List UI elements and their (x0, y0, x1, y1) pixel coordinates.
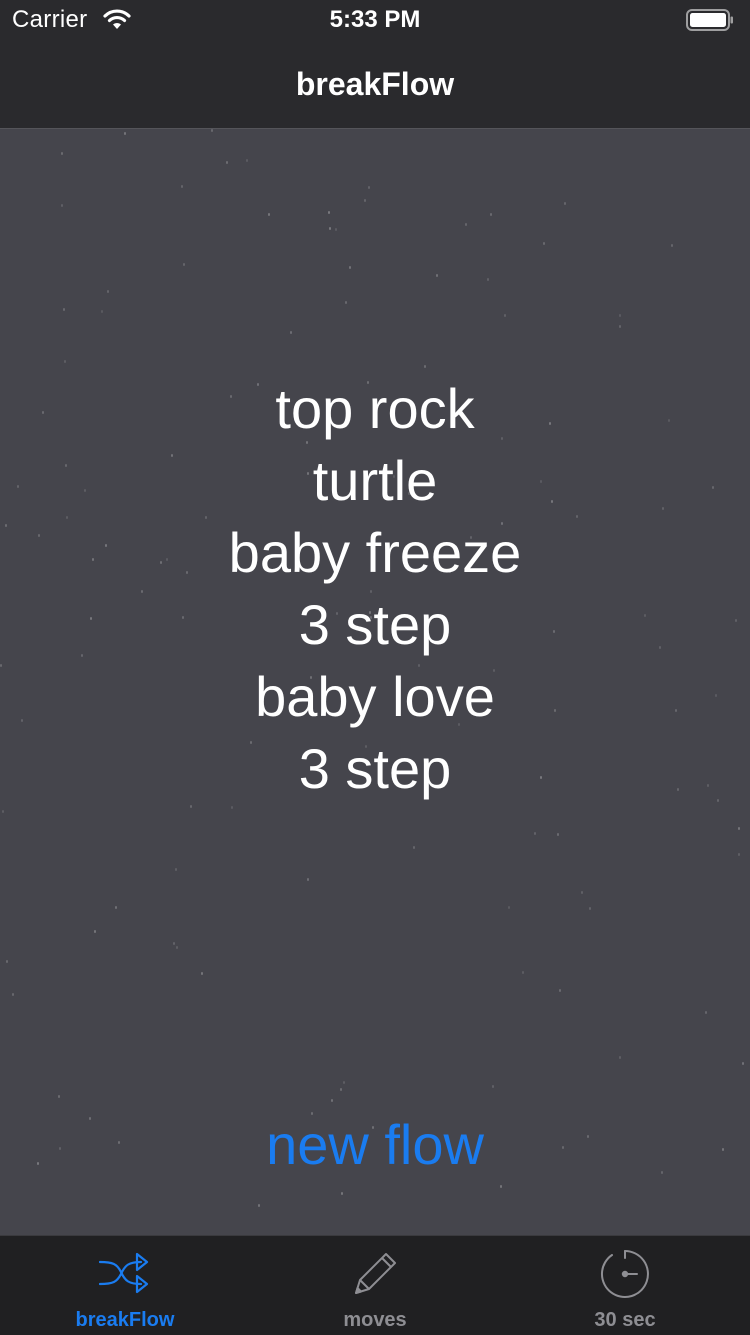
texture-speck (211, 129, 213, 132)
texture-speck (176, 946, 178, 949)
battery-icon (686, 9, 733, 31)
texture-speck (619, 325, 621, 328)
shuffle-icon (99, 1252, 149, 1294)
flow-move-item: 3 step (298, 737, 452, 800)
texture-speck (290, 331, 292, 334)
texture-speck (581, 891, 583, 894)
texture-speck (534, 832, 536, 835)
texture-speck (6, 960, 8, 963)
tab-breakflow[interactable]: breakFlow (0, 1236, 250, 1335)
texture-speck (492, 1085, 494, 1088)
texture-speck (340, 1088, 342, 1091)
texture-speck (226, 161, 228, 164)
texture-speck (368, 186, 370, 189)
texture-speck (413, 846, 415, 849)
texture-speck (671, 244, 673, 247)
texture-speck (2, 810, 4, 813)
texture-speck (589, 907, 591, 910)
flow-content: top rock turtle baby freeze 3 step baby … (0, 129, 750, 1235)
flow-move-item: 3 step (298, 593, 452, 656)
texture-speck (64, 360, 66, 363)
texture-speck (12, 993, 14, 996)
flow-move-item: baby love (255, 665, 495, 728)
texture-speck (500, 1185, 502, 1188)
texture-speck (181, 185, 183, 188)
texture-speck (742, 1062, 744, 1065)
texture-speck (557, 833, 559, 836)
page-title: breakFlow (295, 66, 455, 102)
texture-speck (349, 266, 351, 269)
texture-speck (258, 1204, 260, 1207)
new-flow-button[interactable]: new flow (0, 1109, 750, 1181)
flow-move-item: top rock (275, 377, 475, 440)
texture-speck (58, 1095, 60, 1098)
flow-move-item: baby freeze (228, 521, 522, 584)
texture-speck (173, 942, 175, 945)
navigation-bar: breakFlow (0, 40, 750, 129)
pencil-icon (355, 1253, 396, 1294)
tab-label: breakFlow (75, 1309, 175, 1331)
flow-move-list: top rock turtle baby freeze 3 step baby … (0, 373, 750, 805)
texture-speck (61, 152, 63, 155)
texture-speck (738, 853, 740, 856)
texture-speck (504, 314, 506, 317)
timer-icon (601, 1250, 649, 1298)
texture-speck (190, 805, 192, 808)
texture-speck (63, 308, 65, 311)
texture-speck (487, 278, 489, 281)
texture-speck (115, 906, 117, 909)
texture-speck (183, 263, 185, 266)
texture-speck (543, 242, 545, 245)
texture-speck (341, 1192, 343, 1195)
tab-timer[interactable]: 30 sec (500, 1236, 750, 1335)
texture-speck (124, 132, 126, 135)
texture-speck (335, 228, 337, 231)
texture-speck (94, 930, 96, 933)
texture-speck (231, 806, 233, 809)
texture-speck (619, 314, 621, 317)
texture-speck (345, 301, 347, 304)
texture-speck (201, 972, 203, 975)
texture-speck (61, 204, 63, 207)
texture-speck (329, 227, 331, 230)
tab-moves[interactable]: moves (250, 1236, 500, 1335)
texture-speck (465, 223, 467, 226)
texture-speck (328, 211, 330, 214)
texture-speck (175, 868, 177, 871)
texture-speck (522, 971, 524, 974)
texture-speck (490, 213, 492, 216)
status-bar: Carrier 5:33 PM (0, 0, 750, 40)
status-time: 5:33 PM (329, 6, 421, 33)
texture-speck (331, 1099, 333, 1102)
texture-speck (508, 906, 510, 909)
texture-speck (436, 274, 438, 277)
texture-speck (364, 199, 366, 202)
tab-bar: breakFlow moves 30 sec (0, 1235, 750, 1335)
texture-speck (559, 989, 561, 992)
texture-speck (424, 365, 426, 368)
texture-speck (705, 1011, 707, 1014)
texture-speck (246, 159, 248, 162)
tab-label: moves (343, 1309, 407, 1331)
texture-speck (619, 1056, 621, 1059)
texture-speck (343, 1081, 345, 1084)
texture-speck (564, 202, 566, 205)
texture-speck (101, 310, 103, 313)
texture-speck (268, 213, 270, 216)
texture-speck (307, 878, 309, 881)
texture-speck (738, 827, 740, 830)
flow-move-item: turtle (312, 449, 438, 512)
texture-speck (107, 290, 109, 293)
tab-label: 30 sec (594, 1309, 656, 1331)
